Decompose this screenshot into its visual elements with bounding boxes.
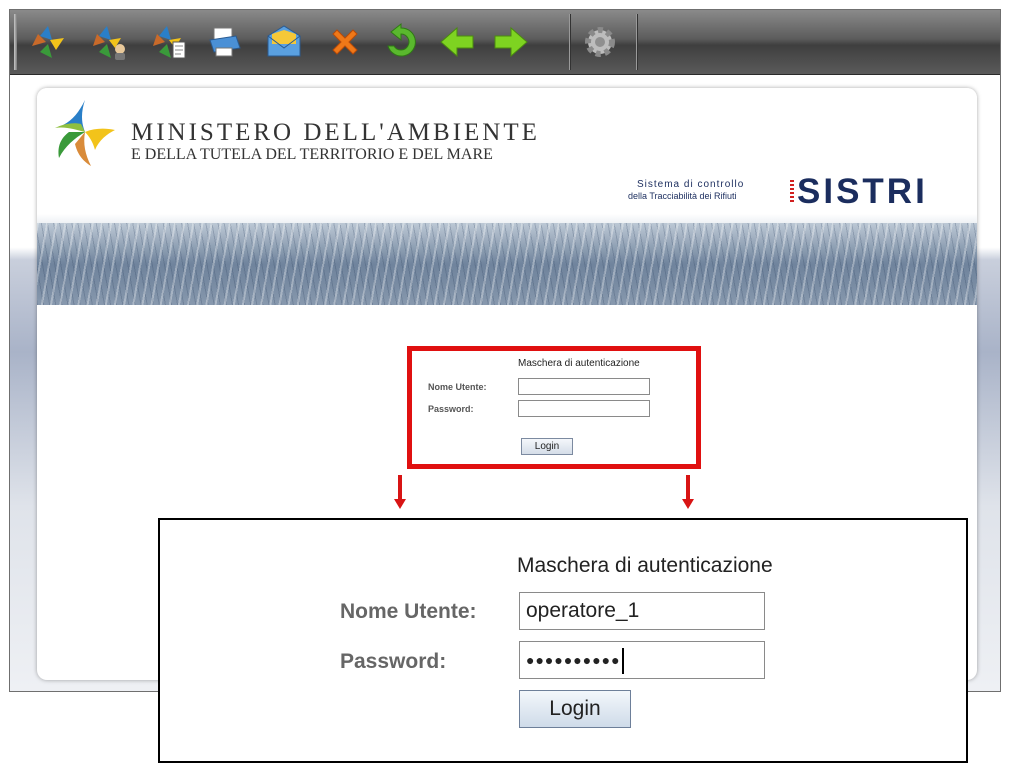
login-form: Maschera di autenticazione Nome Utente: … [407, 346, 701, 469]
username-label: Nome Utente: [428, 382, 487, 392]
password-label-zoomed: Password: [340, 650, 447, 673]
forward-arrow-icon[interactable] [489, 20, 533, 64]
close-icon[interactable] [323, 20, 367, 64]
text-caret [621, 648, 624, 675]
login-button-zoomed[interactable]: Login [519, 690, 631, 728]
email-icon[interactable] [262, 20, 306, 64]
password-label: Password: [428, 404, 474, 414]
sistri-tagline-2: della Tracciabilità dei Rifiuti [628, 191, 737, 201]
toolbar [10, 10, 1000, 75]
settings-gear-icon[interactable] [578, 20, 622, 64]
banner-water-image [37, 223, 977, 305]
login-title: Maschera di autenticazione [518, 358, 640, 369]
sistri-logo: SISTRI [797, 172, 928, 211]
password-input[interactable] [518, 400, 650, 417]
toolbar-separator [569, 14, 570, 70]
username-label-zoomed: Nome Utente: [340, 600, 477, 623]
callout-arrow-left [394, 475, 406, 509]
callout-arrow-right [682, 475, 694, 509]
ministry-subtitle: E DELLA TUTELA DEL TERRITORIO E DEL MARE [131, 146, 493, 163]
back-arrow-icon[interactable] [435, 20, 479, 64]
sistri-tagline-1: Sistema di controllo [637, 179, 745, 190]
ministry-name: MINISTERO DELL'AMBIENTE [131, 119, 540, 146]
sistri-star-icon[interactable] [26, 20, 70, 64]
login-title-zoomed: Maschera di autenticazione [517, 554, 773, 577]
sistri-divider [790, 180, 794, 204]
sistri-user-icon[interactable] [87, 20, 131, 64]
password-mask: ●●●●●●●●●● [526, 652, 621, 668]
password-input-zoomed[interactable]: ●●●●●●●●●● [519, 641, 765, 679]
toolbar-grip[interactable] [14, 14, 17, 70]
refresh-icon[interactable] [379, 20, 423, 64]
printer-icon[interactable] [202, 20, 246, 64]
username-input[interactable] [518, 378, 650, 395]
username-input-zoomed[interactable]: operatore_1 [519, 592, 765, 630]
toolbar-separator [636, 14, 637, 70]
login-button[interactable]: Login [521, 438, 573, 455]
sistri-edit-icon[interactable] [147, 20, 191, 64]
login-form-zoomed: Maschera di autenticazione Nome Utente: … [158, 518, 968, 763]
ministry-logo-icon [51, 98, 117, 168]
